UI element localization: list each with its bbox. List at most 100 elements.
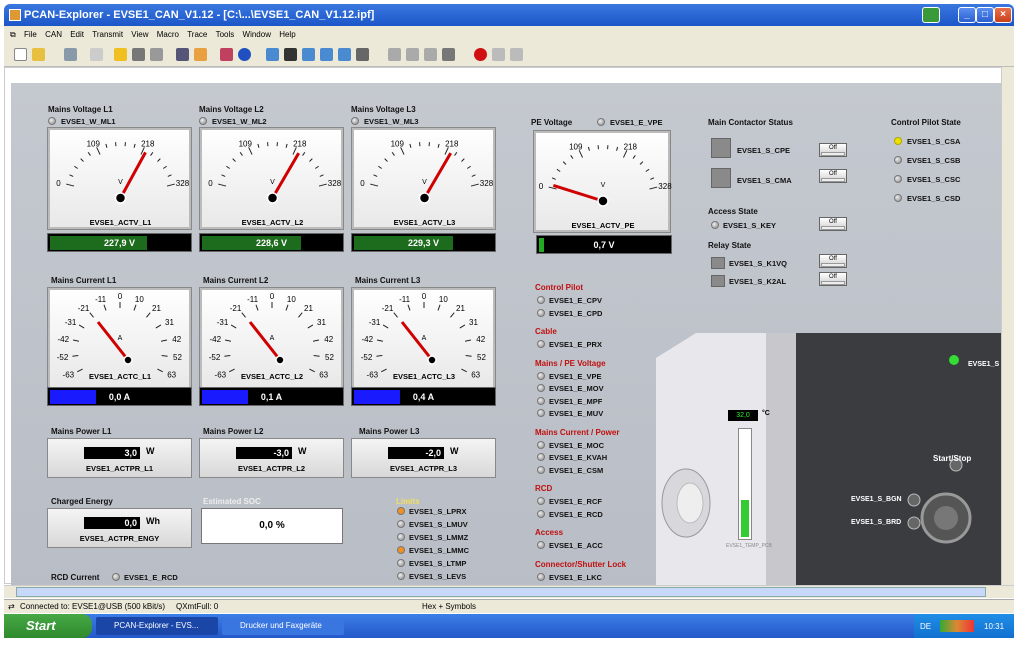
connect-icon[interactable]	[114, 48, 127, 61]
gauge-tick	[285, 304, 289, 311]
power-l2-value: -3,0	[236, 447, 292, 459]
menu-view[interactable]: View	[131, 26, 148, 43]
menu-macro[interactable]: Macro	[157, 26, 179, 43]
contactor-cpe-off-button[interactable]: Off	[819, 143, 847, 157]
gauge-tick-label: 109	[391, 140, 405, 149]
voltage-l2-title: Mains Voltage L2	[199, 105, 264, 114]
gauge-tick	[166, 183, 175, 187]
menu-trace[interactable]: Trace	[187, 26, 207, 43]
power-l2-unit: W	[298, 446, 307, 456]
record-icon[interactable]	[474, 48, 487, 61]
gauge-tick	[167, 174, 172, 177]
gauge-tick	[632, 154, 636, 159]
menu-edit[interactable]: Edit	[70, 26, 84, 43]
new-file-icon[interactable]	[14, 48, 27, 61]
power-l3-box: -2,0 W EVSE1_ACTPR_L3	[351, 438, 496, 478]
window-icon-5[interactable]	[338, 48, 351, 61]
filter-icon[interactable]	[150, 48, 163, 61]
window-icon-6[interactable]	[356, 48, 369, 61]
relay-k1vq-off-button[interactable]: Off	[819, 254, 847, 268]
access-off-button[interactable]: Off	[819, 217, 847, 231]
limit-led	[397, 572, 405, 580]
gauge-tick	[312, 339, 320, 342]
window-icon-2[interactable]	[284, 48, 297, 61]
error-led	[537, 453, 545, 461]
scroll-thumb[interactable]	[16, 587, 986, 597]
gauge-tick	[409, 143, 412, 148]
clock-icon[interactable]	[194, 48, 207, 61]
tray-icon[interactable]	[922, 7, 940, 23]
menu-file[interactable]: File	[24, 26, 37, 43]
evse-main-button[interactable]	[922, 494, 970, 542]
minimize-button[interactable]: _	[958, 7, 976, 23]
gauge-hub	[266, 192, 279, 204]
close-button[interactable]: ×	[994, 7, 1012, 23]
voltage-l1-display: 227,9 V	[47, 233, 192, 252]
menu-transmit[interactable]: Transmit	[92, 26, 123, 43]
connection-icon: ⇄	[8, 602, 15, 611]
system-tray: DE 10:31	[914, 614, 1014, 638]
maximize-button[interactable]: □	[976, 7, 994, 23]
task-drucker[interactable]: Drucker und Faxgeräte	[222, 617, 344, 635]
voltage-l1-signal: EVSE1_W_ML1	[61, 117, 116, 126]
error-led	[537, 296, 545, 304]
menu-can[interactable]: CAN	[45, 26, 62, 43]
voltage-l2-led	[199, 117, 207, 125]
gauge-dial: 0 109 218 328 V EVSE1_ACTV_PE	[539, 143, 672, 230]
horizontal-scrollbar[interactable]	[4, 585, 1014, 598]
macro-icon[interactable]	[220, 48, 233, 61]
gauge-dial: -63 -52 -42 -31-21 -11 0 10 21 31 42 52 63 A EVSE1_AC…	[209, 292, 335, 381]
gauge-tick	[309, 368, 315, 373]
contactor-cma-off-button[interactable]: Off	[819, 169, 847, 183]
language-indicator[interactable]: DE	[920, 622, 931, 631]
gauge-tick-label: 218	[624, 143, 638, 152]
gauge-tick	[163, 165, 167, 169]
panel-icon[interactable]	[176, 48, 189, 61]
window-icon-1[interactable]	[266, 48, 279, 61]
gauge-needle	[552, 183, 604, 203]
gauge-needle	[96, 321, 130, 361]
error-led	[537, 509, 545, 518]
rcd-current-led	[112, 573, 120, 581]
gauge-tick	[650, 177, 655, 180]
print-icon[interactable]	[90, 48, 103, 61]
cp-state-b-signal: EVSE1_S_CSB	[907, 156, 961, 165]
trace-icon-4[interactable]	[442, 48, 455, 61]
window-icon-4[interactable]	[320, 48, 333, 61]
power-l3-value: -2,0	[388, 447, 444, 459]
info-icon[interactable]	[238, 48, 251, 61]
gauge-tick	[437, 143, 440, 148]
gauge-tick-label: 109	[569, 143, 583, 152]
open-folder-icon[interactable]	[32, 48, 45, 61]
gauge-tick-label: 31	[317, 318, 326, 327]
stop-icon[interactable]	[510, 48, 523, 61]
gauge-tick	[257, 143, 260, 148]
error-group-title: RCD	[535, 484, 553, 493]
menu-tools[interactable]: Tools	[216, 26, 235, 43]
relay-k2al-off-button[interactable]: Off	[819, 272, 847, 286]
menu-help[interactable]: Help	[279, 26, 295, 43]
gauge-tick	[639, 161, 644, 165]
menu-window[interactable]: Window	[243, 26, 271, 43]
gauge-signal: EVSE1_ACTV_PE	[572, 221, 635, 230]
pause-icon[interactable]	[492, 48, 505, 61]
trace-icon-2[interactable]	[406, 48, 419, 61]
vertical-scrollbar[interactable]	[1001, 67, 1014, 585]
trace-icon-3[interactable]	[424, 48, 437, 61]
limit-signal: EVSE1_S_LEVS	[409, 572, 467, 581]
gauge-tick	[66, 183, 75, 187]
access-state-title: Access State	[708, 207, 758, 216]
start-stop-button[interactable]	[950, 465, 962, 477]
tray-icons[interactable]	[940, 620, 974, 632]
window-icon-3[interactable]	[302, 48, 315, 61]
error-signal: EVSE1_E_MUV	[549, 409, 604, 418]
current-l1-value: 0,0 A	[108, 392, 131, 402]
transmit-icon[interactable]	[132, 48, 145, 61]
save-icon[interactable]	[64, 48, 77, 61]
task-pcan-explorer[interactable]: PCAN-Explorer - EVS...	[96, 617, 218, 635]
gauge-tick-label: -63	[367, 371, 379, 380]
gauge-tick	[229, 368, 235, 373]
gauge-tick-label: 328	[658, 182, 672, 191]
trace-icon-1[interactable]	[388, 48, 401, 61]
start-button[interactable]: Start	[4, 614, 92, 638]
